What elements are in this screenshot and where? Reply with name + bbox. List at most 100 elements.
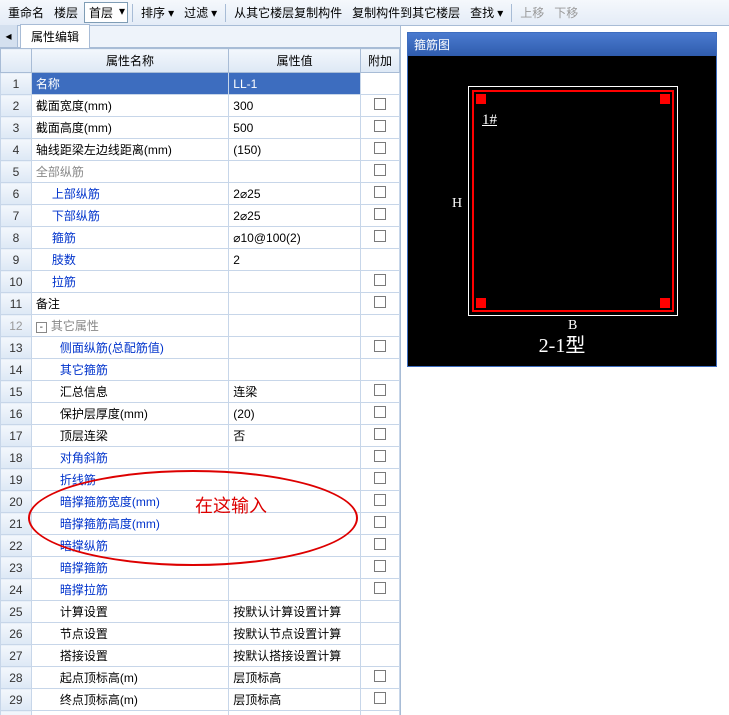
col-header-num[interactable] xyxy=(1,49,32,73)
checkbox-icon[interactable] xyxy=(374,340,386,352)
extra-checkbox-cell[interactable] xyxy=(360,73,399,95)
table-row[interactable]: 17顶层连梁否 xyxy=(1,425,400,447)
extra-checkbox-cell[interactable] xyxy=(360,623,399,645)
property-value-cell[interactable] xyxy=(229,557,361,579)
extra-checkbox-cell[interactable] xyxy=(360,579,399,601)
extra-checkbox-cell[interactable] xyxy=(360,271,399,293)
col-header-extra[interactable]: 附加 xyxy=(360,49,399,73)
property-value-cell[interactable] xyxy=(229,293,361,315)
property-value-cell[interactable] xyxy=(229,513,361,535)
table-row[interactable]: 3截面高度(mm)500 xyxy=(1,117,400,139)
checkbox-icon[interactable] xyxy=(374,670,386,682)
table-row[interactable]: 9肢数2 xyxy=(1,249,400,271)
property-value-cell[interactable] xyxy=(229,337,361,359)
table-row[interactable]: 27搭接设置按默认搭接设置计算 xyxy=(1,645,400,667)
property-name-cell[interactable]: 终点顶标高(m) xyxy=(31,689,228,711)
extra-checkbox-cell[interactable] xyxy=(360,249,399,271)
extra-checkbox-cell[interactable] xyxy=(360,557,399,579)
table-row[interactable]: 8箍筋⌀10@100(2) xyxy=(1,227,400,249)
extra-checkbox-cell[interactable] xyxy=(360,667,399,689)
property-name-cell[interactable]: 搭接设置 xyxy=(31,645,228,667)
row-number[interactable]: 6 xyxy=(1,183,32,205)
table-row[interactable]: 14其它箍筋 xyxy=(1,359,400,381)
checkbox-icon[interactable] xyxy=(374,428,386,440)
row-number[interactable]: 25 xyxy=(1,601,32,623)
row-number[interactable]: 24 xyxy=(1,579,32,601)
table-row[interactable]: 30+锚固搭接 xyxy=(1,711,400,715)
property-value-cell[interactable]: 层顶标高 xyxy=(229,689,361,711)
table-row[interactable]: 18对角斜筋 xyxy=(1,447,400,469)
property-value-cell[interactable] xyxy=(229,271,361,293)
table-row[interactable]: 12-其它属性 xyxy=(1,315,400,337)
row-number[interactable]: 10 xyxy=(1,271,32,293)
row-number[interactable]: 29 xyxy=(1,689,32,711)
checkbox-icon[interactable] xyxy=(374,186,386,198)
property-value-cell[interactable] xyxy=(229,579,361,601)
property-name-cell[interactable]: -其它属性 xyxy=(31,315,228,337)
property-name-cell[interactable]: 起点顶标高(m) xyxy=(31,667,228,689)
property-name-cell[interactable]: 其它箍筋 xyxy=(31,359,228,381)
property-value-cell[interactable]: LL-1 xyxy=(229,73,361,95)
extra-checkbox-cell[interactable] xyxy=(360,403,399,425)
property-name-cell[interactable]: 名称 xyxy=(31,73,228,95)
extra-checkbox-cell[interactable] xyxy=(360,535,399,557)
table-row[interactable]: 29终点顶标高(m)层顶标高 xyxy=(1,689,400,711)
extra-checkbox-cell[interactable] xyxy=(360,183,399,205)
property-value-cell[interactable]: 500 xyxy=(229,117,361,139)
row-number[interactable]: 1 xyxy=(1,73,32,95)
row-number[interactable]: 19 xyxy=(1,469,32,491)
property-name-cell[interactable]: 暗撑纵筋 xyxy=(31,535,228,557)
row-number[interactable]: 3 xyxy=(1,117,32,139)
row-number[interactable]: 15 xyxy=(1,381,32,403)
table-row[interactable]: 24暗撑拉筋 xyxy=(1,579,400,601)
property-value-cell[interactable]: 300 xyxy=(229,95,361,117)
property-name-cell[interactable]: 保护层厚度(mm) xyxy=(31,403,228,425)
property-value-cell[interactable]: 连梁 xyxy=(229,381,361,403)
extra-checkbox-cell[interactable] xyxy=(360,359,399,381)
table-row[interactable]: 21暗撑箍筋高度(mm) xyxy=(1,513,400,535)
row-number[interactable]: 2 xyxy=(1,95,32,117)
property-value-cell[interactable]: 按默认节点设置计算 xyxy=(229,623,361,645)
row-number[interactable]: 18 xyxy=(1,447,32,469)
row-number[interactable]: 22 xyxy=(1,535,32,557)
row-number[interactable]: 30 xyxy=(1,711,32,715)
checkbox-icon[interactable] xyxy=(374,208,386,220)
expander-minus-icon[interactable]: - xyxy=(36,322,47,333)
property-name-cell[interactable]: 截面宽度(mm) xyxy=(31,95,228,117)
property-name-cell[interactable]: 上部纵筋 xyxy=(31,183,228,205)
property-name-cell[interactable]: +锚固搭接 xyxy=(31,711,228,715)
toolbar-copy-from[interactable]: 从其它楼层复制构件 xyxy=(230,2,346,23)
table-row[interactable]: 20暗撑箍筋宽度(mm) xyxy=(1,491,400,513)
extra-checkbox-cell[interactable] xyxy=(360,139,399,161)
property-value-cell[interactable]: 2 xyxy=(229,249,361,271)
property-name-cell[interactable]: 备注 xyxy=(31,293,228,315)
extra-checkbox-cell[interactable] xyxy=(360,513,399,535)
property-value-cell[interactable]: 层顶标高 xyxy=(229,667,361,689)
row-number[interactable]: 13 xyxy=(1,337,32,359)
row-number[interactable]: 20 xyxy=(1,491,32,513)
checkbox-icon[interactable] xyxy=(374,274,386,286)
checkbox-icon[interactable] xyxy=(374,296,386,308)
toolbar-rename[interactable]: 重命名 xyxy=(4,2,48,23)
checkbox-icon[interactable] xyxy=(374,406,386,418)
row-number[interactable]: 21 xyxy=(1,513,32,535)
checkbox-icon[interactable] xyxy=(374,164,386,176)
row-number[interactable]: 23 xyxy=(1,557,32,579)
property-value-cell[interactable]: 按默认搭接设置计算 xyxy=(229,645,361,667)
property-name-cell[interactable]: 汇总信息 xyxy=(31,381,228,403)
extra-checkbox-cell[interactable] xyxy=(360,689,399,711)
property-name-cell[interactable]: 暗撑箍筋高度(mm) xyxy=(31,513,228,535)
property-value-cell[interactable] xyxy=(229,711,361,715)
table-row[interactable]: 26节点设置按默认节点设置计算 xyxy=(1,623,400,645)
table-row[interactable]: 2截面宽度(mm)300 xyxy=(1,95,400,117)
table-row[interactable]: 28起点顶标高(m)层顶标高 xyxy=(1,667,400,689)
checkbox-icon[interactable] xyxy=(374,516,386,528)
property-value-cell[interactable] xyxy=(229,447,361,469)
row-number[interactable]: 26 xyxy=(1,623,32,645)
table-row[interactable]: 11备注 xyxy=(1,293,400,315)
floor-combo[interactable]: 首层 xyxy=(84,2,128,23)
property-name-cell[interactable]: 肢数 xyxy=(31,249,228,271)
checkbox-icon[interactable] xyxy=(374,450,386,462)
property-name-cell[interactable]: 暗撑箍筋 xyxy=(31,557,228,579)
row-number[interactable]: 16 xyxy=(1,403,32,425)
